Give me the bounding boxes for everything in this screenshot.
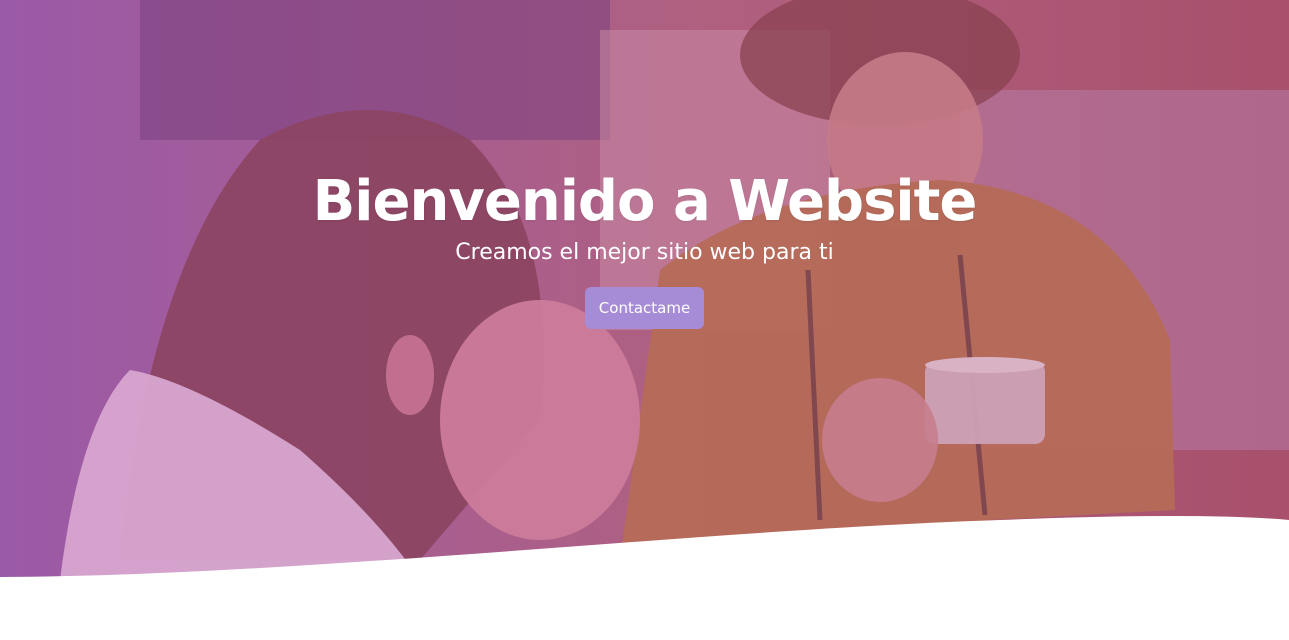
contact-button[interactable]: Contactame <box>584 287 705 329</box>
hero-content: Bienvenido a Website Creamos el mejor si… <box>0 166 1289 329</box>
wave-divider <box>0 516 1289 640</box>
hero-subtitle: Creamos el mejor sitio web para ti <box>455 240 834 265</box>
hero-title: Bienvenido a Website <box>312 169 978 234</box>
hero-section: Bienvenido a Website Creamos el mejor si… <box>0 0 1289 640</box>
